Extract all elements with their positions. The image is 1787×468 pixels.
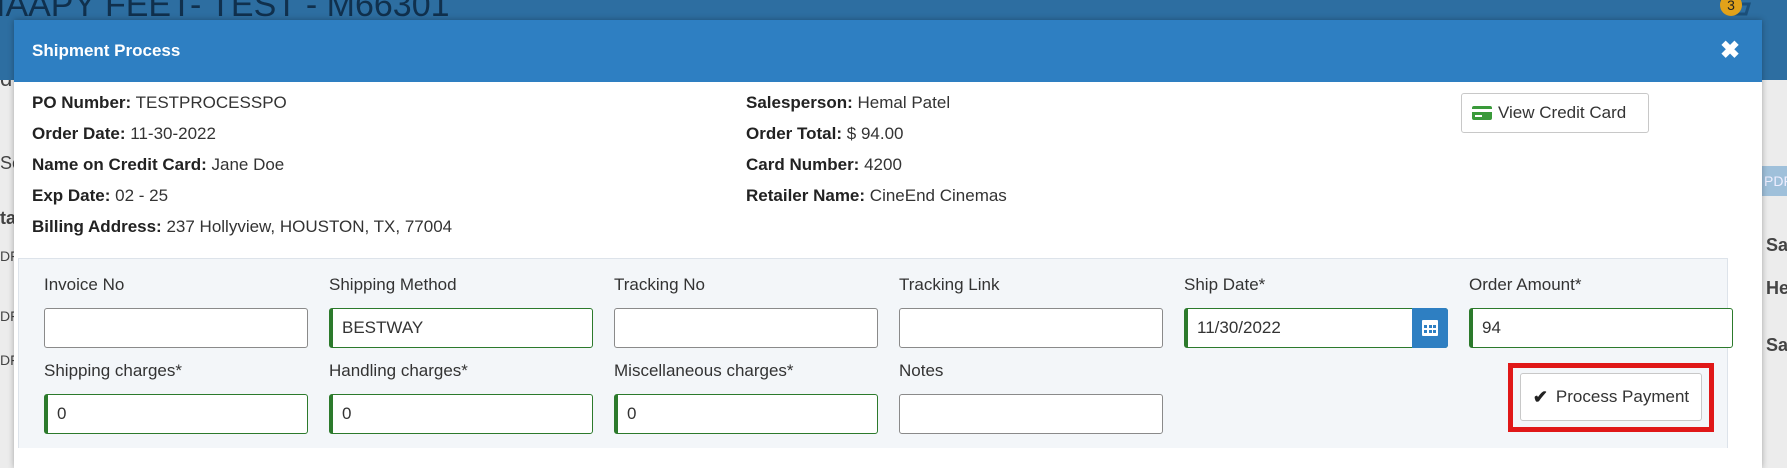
tracking-link-label: Tracking Link [899, 275, 1000, 294]
handling-charges-input[interactable] [329, 394, 593, 434]
info-value: $ 94.00 [846, 124, 904, 143]
view-credit-card-label: View Credit Card [1498, 103, 1627, 122]
background-left-strip: d Se ta DF DF DF [0, 80, 14, 468]
ship-date-label: Ship Date* [1184, 275, 1266, 294]
tracking-no-input[interactable] [614, 308, 878, 348]
ship-date-input[interactable] [1184, 308, 1448, 348]
process-payment-label: Process Payment [1555, 387, 1690, 406]
background-fragment: DF [0, 352, 14, 368]
info-label: Order Date: [32, 124, 126, 143]
order-date-row: Order Date: 11-30-2022 [32, 124, 452, 155]
modal-title: Shipment Process [32, 41, 181, 60]
invoice-no-input[interactable] [44, 308, 308, 348]
billing-address-row: Billing Address: 237 Hollyview, HOUSTON,… [32, 217, 452, 248]
info-value: CineEnd Cinemas [869, 186, 1007, 205]
notes-label: Notes [899, 361, 944, 380]
order-info-right: Salesperson: Hemal Patel Order Total: $ … [746, 93, 1007, 217]
background-fragment: Se [0, 153, 14, 173]
shipping-method-input[interactable] [329, 308, 593, 348]
card-number-row: Card Number: 4200 [746, 155, 1007, 186]
info-value: TESTPROCESSPO [135, 93, 287, 112]
calendar-button[interactable] [1412, 308, 1448, 348]
info-label: Order Total: [746, 124, 843, 143]
tracking-no-field: Tracking No [614, 274, 878, 348]
shipment-form-panel: Invoice No Shipping Method Tracking No T… [18, 258, 1733, 448]
info-label: Card Number: [746, 155, 860, 174]
background-fragment: Sa [1766, 235, 1787, 255]
background-fragment: Sa [1766, 335, 1787, 355]
ship-date-picker [1184, 308, 1448, 348]
info-label: Retailer Name: [746, 186, 866, 205]
misc-charges-label: Miscellaneous charges* [614, 361, 794, 380]
handling-charges-field: Handling charges* [329, 360, 593, 434]
exp-date-row: Exp Date: 02 - 25 [32, 186, 452, 217]
info-label: Billing Address: [32, 217, 162, 236]
process-payment-button[interactable]: ✔ Process Payment [1520, 373, 1702, 421]
info-value: 4200 [864, 155, 902, 174]
info-label: Exp Date: [32, 186, 111, 205]
retailer-name-row: Retailer Name: CineEnd Cinemas [746, 186, 1007, 217]
invoice-no-label: Invoice No [44, 275, 125, 294]
check-icon: ✔ [1532, 386, 1548, 407]
shipping-charges-input[interactable] [44, 394, 308, 434]
misc-charges-input[interactable] [614, 394, 878, 434]
salesperson-row: Salesperson: Hemal Patel [746, 93, 1007, 124]
credit-card-icon [1472, 106, 1492, 120]
order-total-row: Order Total: $ 94.00 [746, 124, 1007, 155]
info-value: 02 - 25 [115, 186, 169, 205]
order-amount-input[interactable] [1469, 308, 1733, 348]
misc-charges-field: Miscellaneous charges* [614, 360, 878, 434]
info-value: Hemal Patel [857, 93, 951, 112]
notes-input[interactable] [899, 394, 1163, 434]
info-value: 11-30-2022 [130, 124, 216, 143]
shipping-charges-label: Shipping charges* [44, 361, 182, 380]
background-fragment: ta [0, 208, 14, 228]
background-fragment: DF [0, 248, 14, 264]
modal-header: Shipment Process ✖ [14, 20, 1762, 82]
shipping-method-label: Shipping Method [329, 275, 457, 294]
close-icon[interactable]: ✖ [1718, 38, 1742, 64]
name-on-card-row: Name on Credit Card: Jane Doe [32, 155, 452, 186]
view-credit-card-button[interactable]: View Credit Card [1461, 93, 1649, 133]
po-number-row: PO Number: TESTPROCESSPO [32, 93, 452, 124]
shipping-charges-field: Shipping charges* [44, 360, 308, 434]
invoice-no-field: Invoice No [44, 274, 308, 348]
order-info-left: PO Number: TESTPROCESSPO Order Date: 11-… [32, 93, 452, 248]
background-fragment: d [0, 80, 12, 92]
ship-date-field: Ship Date* [1184, 274, 1448, 348]
tracking-link-field: Tracking Link [899, 274, 1163, 348]
order-amount-field: Order Amount* [1469, 274, 1733, 348]
tracking-link-input[interactable] [899, 308, 1163, 348]
tracking-no-label: Tracking No [614, 275, 706, 294]
background-fragment: PDF [1762, 166, 1787, 196]
info-label: PO Number: [32, 93, 132, 112]
shipping-method-field: Shipping Method [329, 274, 593, 348]
handling-charges-label: Handling charges* [329, 361, 468, 380]
info-label: Name on Credit Card: [32, 155, 207, 174]
info-value: Jane Doe [211, 155, 285, 174]
info-label: Salesperson: [746, 93, 853, 112]
calendar-icon [1422, 320, 1438, 336]
background-fragment: He [1766, 278, 1787, 298]
info-value: 237 Hollyview, HOUSTON, TX, 77004 [166, 217, 453, 236]
order-amount-label: Order Amount* [1469, 275, 1582, 294]
background-fragment: DF [0, 308, 14, 324]
notes-field: Notes [899, 360, 1163, 434]
background-right-strip: PDF Sa He Sa [1762, 80, 1787, 468]
